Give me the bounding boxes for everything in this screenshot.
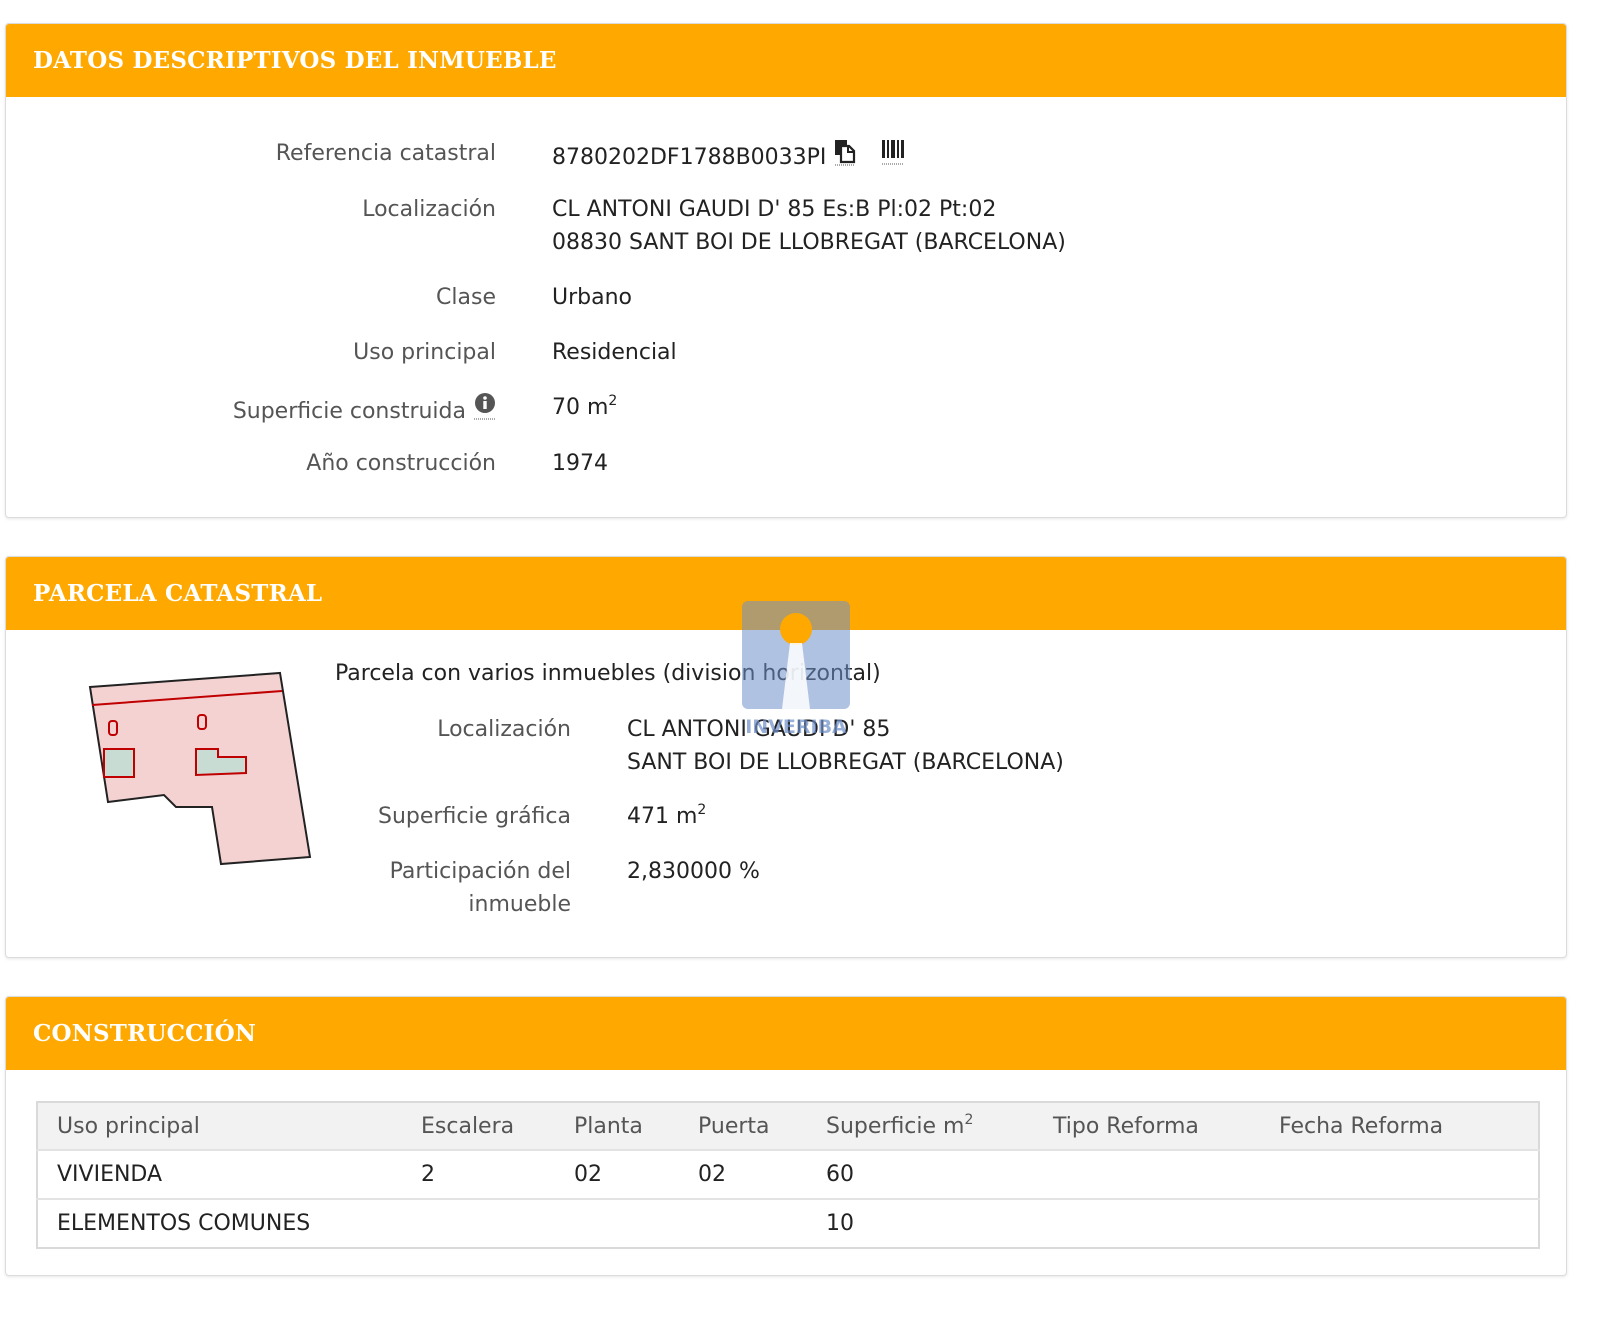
cell-fecha — [1260, 1149, 1539, 1199]
parcela-sup-label: Superficie gráfica — [378, 804, 571, 829]
cell-puerta — [679, 1198, 807, 1248]
cell-escalera — [402, 1198, 555, 1248]
watermark-logo: INVERIBA — [742, 601, 852, 741]
anio-row: Año construcción 1974 — [6, 447, 608, 480]
cell-fecha — [1260, 1198, 1539, 1248]
construccion-panel: CONSTRUCCIÓN Uso principal Escalera Plan… — [5, 996, 1567, 1276]
watermark-text: INVERIBA — [745, 716, 847, 738]
th-puerta: Puerta — [679, 1102, 807, 1150]
uso-row: Uso principal Residencial — [6, 336, 677, 369]
parcela-sup-exp: 2 — [697, 802, 707, 818]
sup-label: Superficie construida — [232, 398, 466, 424]
table-row: VIVIENDA 2 02 02 60 — [37, 1149, 1539, 1199]
parcela-loc-row: Localización CL ANTONI GAUDI D' 85 SANT … — [6, 713, 1064, 779]
anio-label: Año construcción — [306, 451, 496, 476]
datos-header: DATOS DESCRIPTIVOS DEL INMUEBLE — [6, 24, 1566, 97]
sup-value: 70 m — [552, 395, 609, 420]
parcela-part-label-1: Participación del — [389, 859, 571, 884]
th-escalera: Escalera — [402, 1102, 555, 1150]
barcode-icon[interactable] — [880, 137, 908, 177]
parcela-part-row: Participación del inmueble 2,830000 % — [6, 855, 760, 921]
table-row: ELEMENTOS COMUNES 10 — [37, 1198, 1539, 1248]
uso-label: Uso principal — [353, 340, 496, 365]
ref-label: Referencia catastral — [275, 141, 496, 166]
parcela-loc-label: Localización — [437, 717, 571, 742]
loc-row: Localización CL ANTONI GAUDI D' 85 Es:B … — [6, 193, 1066, 259]
cell-superficie: 10 — [807, 1198, 1034, 1248]
cell-superficie: 60 — [807, 1149, 1034, 1199]
ref-value[interactable]: 8780202DF1788B0033PI — [552, 141, 826, 174]
cell-planta — [555, 1198, 679, 1248]
th-tipo: Tipo Reforma — [1034, 1102, 1260, 1150]
th-uso: Uso principal — [37, 1102, 402, 1150]
cell-tipo — [1034, 1198, 1260, 1248]
loc-line-1: CL ANTONI GAUDI D' 85 Es:B Pl:02 Pt:02 — [552, 197, 997, 222]
table-header-row: Uso principal Escalera Planta Puerta Sup… — [37, 1102, 1539, 1150]
clase-value: Urbano — [552, 285, 632, 310]
uso-value: Residencial — [552, 340, 677, 365]
datos-panel: DATOS DESCRIPTIVOS DEL INMUEBLE Referenc… — [5, 23, 1567, 518]
cell-uso: VIVIENDA — [37, 1149, 402, 1199]
construccion-table: Uso principal Escalera Planta Puerta Sup… — [36, 1101, 1540, 1249]
sup-row: Superficie construida 70 m2 — [6, 391, 617, 431]
copy-icon[interactable] — [832, 137, 858, 177]
th-superficie: Superficie m2 — [807, 1102, 1034, 1150]
ref-row: Referencia catastral 8780202DF1788B0033P… — [6, 137, 908, 177]
datos-title: DATOS DESCRIPTIVOS DEL INMUEBLE — [33, 47, 557, 74]
parcela-title: PARCELA CATASTRAL — [33, 580, 323, 607]
construccion-header: CONSTRUCCIÓN — [6, 997, 1566, 1070]
info-icon[interactable] — [474, 391, 496, 431]
cell-uso: ELEMENTOS COMUNES — [37, 1198, 402, 1248]
loc-label: Localización — [362, 197, 496, 222]
parcela-sup-value: 471 m — [627, 804, 698, 829]
sup-exp: 2 — [608, 393, 618, 409]
th-planta: Planta — [555, 1102, 679, 1150]
th-fecha: Fecha Reforma — [1260, 1102, 1539, 1150]
cell-planta: 02 — [555, 1149, 679, 1199]
anio-value: 1974 — [552, 451, 608, 476]
loc-line-2: 08830 SANT BOI DE LLOBREGAT (BARCELONA) — [552, 230, 1066, 255]
th-superficie-label: Superficie m — [826, 1113, 965, 1139]
cell-puerta: 02 — [679, 1149, 807, 1199]
construccion-title: CONSTRUCCIÓN — [33, 1020, 257, 1047]
parcela-sup-row: Superficie gráfica 471 m2 — [6, 800, 706, 833]
th-superficie-exp: 2 — [964, 1111, 974, 1128]
clase-row: Clase Urbano — [6, 281, 632, 314]
parcela-loc-line-2: SANT BOI DE LLOBREGAT (BARCELONA) — [627, 750, 1064, 775]
cell-escalera: 2 — [402, 1149, 555, 1199]
clase-label: Clase — [436, 285, 496, 310]
parcela-part-label-2: inmueble — [468, 892, 571, 917]
parcela-part-value: 2,830000 % — [627, 859, 760, 884]
cell-tipo — [1034, 1149, 1260, 1199]
